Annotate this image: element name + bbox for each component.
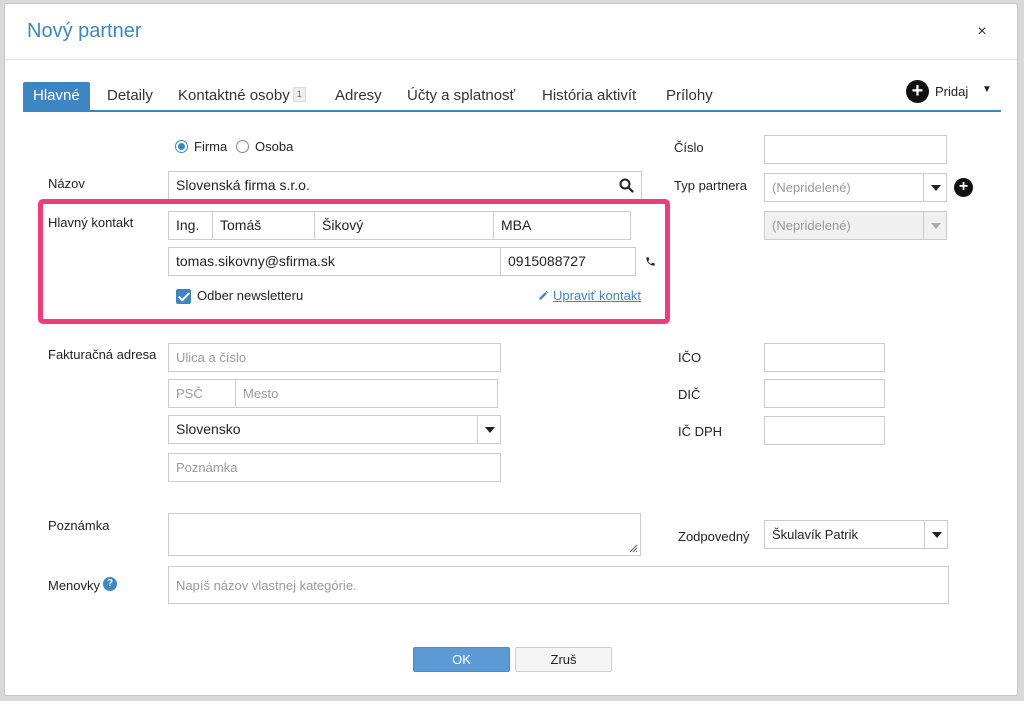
dic-input[interactable] bbox=[764, 379, 885, 408]
poznamka-label: Poznámka bbox=[48, 518, 110, 533]
new-partner-dialog: Nový partner × Hlavné Detaily Kontaktné … bbox=[4, 3, 1018, 696]
chevron-down-icon bbox=[931, 223, 941, 229]
add-partner-type-icon[interactable]: + bbox=[954, 178, 973, 197]
ic-dph-input[interactable] bbox=[764, 416, 885, 445]
tab-ucty-a-splatnost[interactable]: Účty a splatnosť bbox=[397, 82, 525, 110]
radio-firma-label: Firma bbox=[194, 139, 228, 154]
country-dropdown-button[interactable] bbox=[477, 415, 501, 444]
menovky-label: Menovky bbox=[48, 578, 101, 593]
chevron-down-icon bbox=[485, 427, 495, 433]
tab-historia-aktivit[interactable]: História aktivít bbox=[532, 82, 646, 110]
partner-type-select[interactable]: (Nepridelené) bbox=[764, 173, 924, 202]
hlavny-kontakt-label: Hlavný kontakt bbox=[48, 215, 134, 230]
responsible-select[interactable]: Škulavík Patrik bbox=[764, 520, 925, 549]
pencil-icon[interactable] bbox=[538, 290, 549, 301]
header-divider bbox=[5, 59, 1017, 60]
title-after-input[interactable]: MBA bbox=[493, 211, 631, 240]
partner-type-dropdown-button[interactable] bbox=[923, 173, 947, 202]
partner-subtype-select: (Nepridelené) bbox=[764, 211, 924, 240]
first-name-input[interactable]: Tomáš bbox=[212, 211, 315, 240]
email-field[interactable]: tomas.sikovny@sfirma.sk bbox=[168, 247, 502, 276]
add-button-label[interactable]: Pridaj bbox=[935, 84, 968, 99]
help-icon[interactable]: ? bbox=[103, 577, 117, 591]
city-input[interactable]: Mesto bbox=[235, 379, 498, 408]
cancel-button[interactable]: Zruš bbox=[515, 647, 612, 672]
ico-label: IČO bbox=[678, 350, 702, 365]
edit-contact-link[interactable]: Upraviť kontakt bbox=[553, 288, 641, 303]
chevron-down-icon bbox=[931, 185, 941, 191]
tab-kontaktne-osoby[interactable]: Kontaktné osoby 1 bbox=[168, 82, 316, 110]
search-icon[interactable] bbox=[619, 178, 634, 193]
cislo-label: Číslo bbox=[674, 140, 704, 155]
country-select[interactable]: Slovensko bbox=[168, 415, 478, 444]
typ-partnera-label: Typ partnera bbox=[674, 178, 747, 193]
contacts-count-badge: 1 bbox=[292, 87, 306, 102]
nazov-label: Názov bbox=[48, 176, 85, 191]
ico-input[interactable] bbox=[764, 343, 885, 372]
fakturacna-adresa-label: Fakturačná adresa bbox=[48, 347, 157, 362]
chevron-down-icon bbox=[932, 532, 942, 538]
phone-icon[interactable] bbox=[645, 256, 656, 267]
tab-hlavne[interactable]: Hlavné bbox=[23, 82, 90, 110]
psc-input[interactable]: PSČ bbox=[168, 379, 236, 408]
zodpovedny-label: Zodpovedný bbox=[678, 529, 750, 544]
ic-dph-label: IČ DPH bbox=[678, 424, 723, 439]
tabs-underline bbox=[23, 110, 1001, 112]
add-dropdown-icon[interactable]: ▼ bbox=[982, 84, 992, 95]
tab-adresy[interactable]: Adresy bbox=[325, 82, 392, 110]
address-note-input[interactable]: Poznámka bbox=[168, 453, 501, 482]
ok-button[interactable]: OK bbox=[413, 647, 510, 672]
partner-subtype-dropdown-button bbox=[923, 211, 947, 240]
close-icon[interactable]: × bbox=[975, 23, 989, 41]
tab-detaily[interactable]: Detaily bbox=[97, 82, 163, 110]
street-input[interactable]: Ulica a číslo bbox=[168, 343, 501, 372]
radio-osoba[interactable] bbox=[236, 140, 249, 153]
last-name-input[interactable]: Šikový bbox=[314, 211, 494, 240]
resize-handle-icon[interactable] bbox=[628, 543, 638, 553]
tab-prilohy[interactable]: Prílohy bbox=[656, 82, 723, 110]
newsletter-checkbox[interactable] bbox=[176, 289, 191, 304]
add-plus-icon[interactable]: + bbox=[906, 80, 929, 103]
nazov-input[interactable]: Slovenská firma s.r.o. bbox=[168, 171, 642, 200]
radio-osoba-label: Osoba bbox=[255, 139, 294, 154]
dic-label: DIČ bbox=[678, 387, 701, 402]
radio-firma[interactable] bbox=[175, 140, 188, 153]
cislo-input[interactable] bbox=[764, 135, 947, 164]
phone-field[interactable]: 0915088727 bbox=[500, 247, 636, 276]
title-before-input[interactable]: Ing. bbox=[168, 211, 213, 240]
dialog-title: Nový partner bbox=[27, 20, 142, 42]
note-textarea[interactable] bbox=[168, 513, 641, 556]
tags-input[interactable]: Napíš názov vlastnej kategórie. bbox=[168, 566, 949, 604]
responsible-dropdown-button[interactable] bbox=[924, 520, 948, 549]
newsletter-label: Odber newsletteru bbox=[197, 288, 304, 303]
